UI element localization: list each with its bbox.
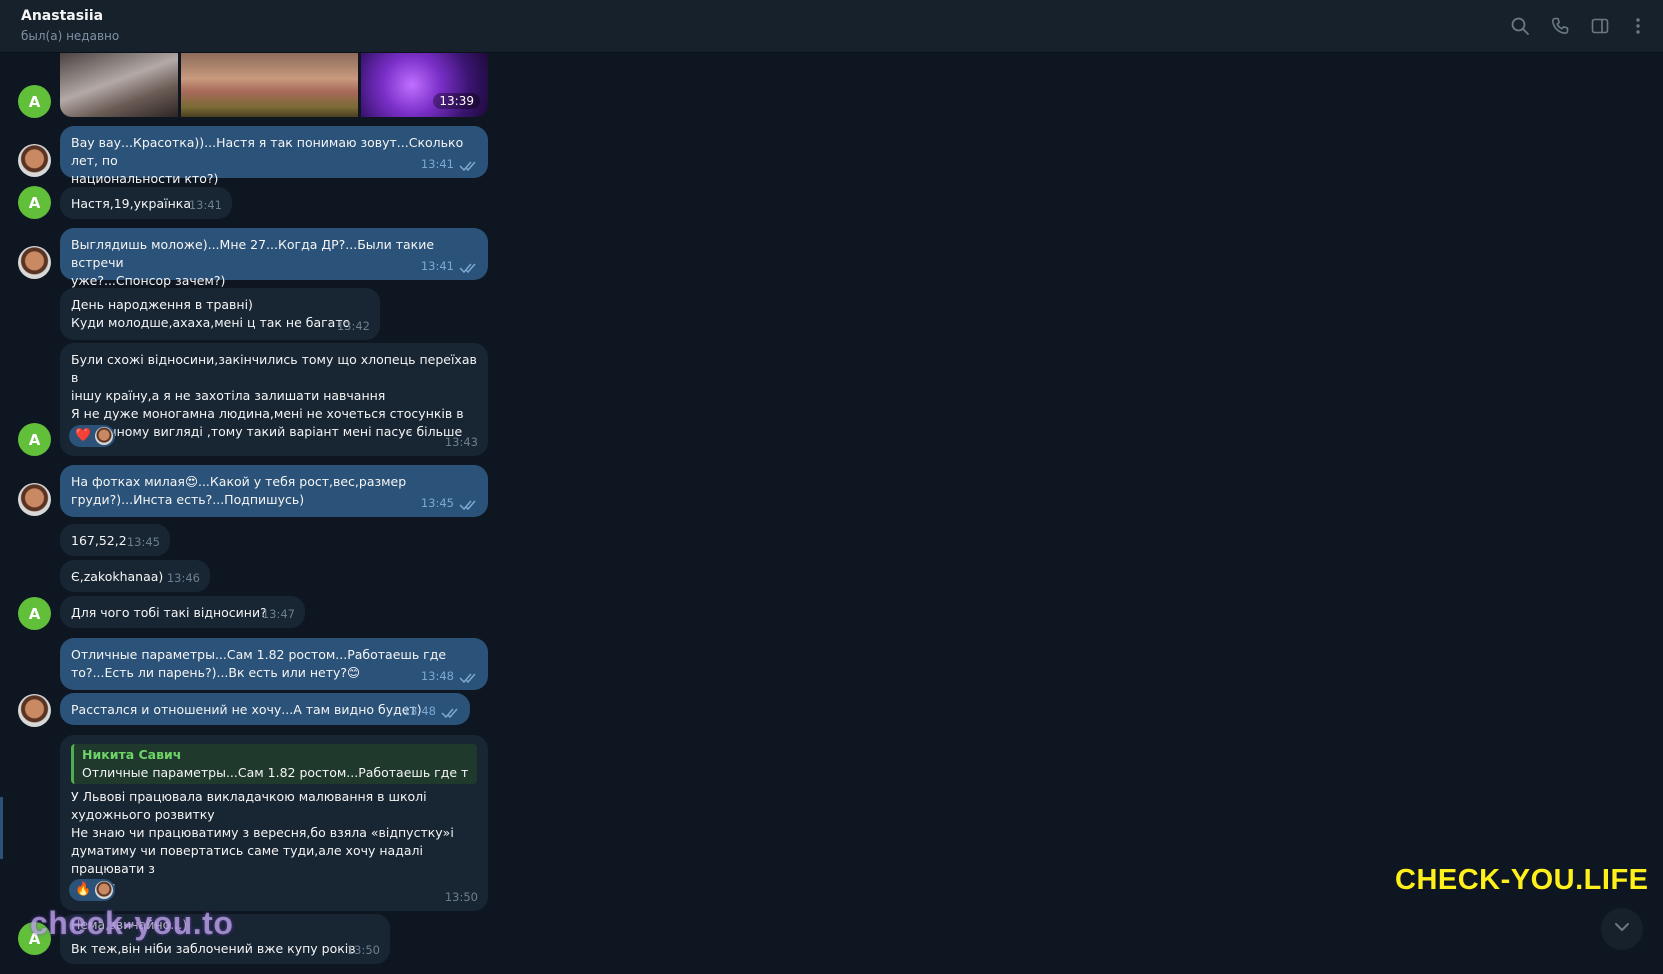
- double-check-icon: [459, 160, 479, 172]
- message-incoming[interactable]: День народження в травні) Куди молодше,а…: [60, 288, 380, 340]
- reaction-badge[interactable]: 🔥: [69, 879, 115, 901]
- message-time: 13:48: [402, 704, 436, 718]
- photo-album[interactable]: 13:39: [60, 53, 488, 117]
- message-time: 13:46: [166, 571, 200, 585]
- phone-icon[interactable]: [1550, 16, 1570, 36]
- message-text: Вау вау...Красотка))...Настя я так поним…: [71, 135, 464, 186]
- avatar[interactable]: [18, 694, 51, 727]
- avatar[interactable]: A: [18, 85, 51, 118]
- reaction-avatar: [95, 881, 113, 899]
- message-time: 13:45: [126, 535, 160, 549]
- message-time: 13:50: [444, 890, 478, 904]
- message-outgoing[interactable]: Выглядишь моложе)...Мне 27...Когда ДР?..…: [60, 228, 488, 288]
- chevron-down-icon: [1611, 916, 1633, 942]
- message-time: 13:47: [261, 607, 295, 621]
- message-time: 13:41: [420, 157, 454, 171]
- message-text: На фотках милая😍...Какой у тебя рост,вес…: [71, 474, 407, 507]
- sidebar-toggle-icon[interactable]: [1590, 16, 1610, 36]
- message-time: 13:42: [336, 319, 370, 333]
- message-outgoing[interactable]: На фотках милая😍...Какой у тебя рост,вес…: [60, 465, 488, 517]
- search-icon[interactable]: [1510, 16, 1530, 36]
- message-text: У Львові працювала викладачкою малювання…: [71, 789, 454, 894]
- reply-text: Отличные параметры...Сам 1.82 ростом...Р…: [82, 765, 469, 780]
- message-time: 13:41: [420, 259, 454, 273]
- message-outgoing[interactable]: Вау вау...Красотка))...Настя я так поним…: [60, 126, 488, 186]
- reply-author: Никита Савич: [82, 747, 182, 762]
- double-check-icon: [441, 707, 461, 719]
- avatar[interactable]: [18, 483, 51, 516]
- message-text: Були схожі відносини,закінчились тому що…: [71, 352, 477, 439]
- more-vertical-icon[interactable]: [1628, 16, 1648, 36]
- scroll-down-button[interactable]: [1601, 908, 1643, 950]
- message-time: 13:50: [346, 943, 380, 957]
- message-incoming[interactable]: Настя,19,українка 13:41: [60, 187, 232, 219]
- watermark-left: check-you.to: [30, 905, 234, 941]
- chat-header: Anastasiia был(а) недавно: [0, 0, 1663, 53]
- message-time: 13:39: [433, 93, 480, 109]
- reaction-avatar: [95, 427, 113, 445]
- double-check-icon: [459, 262, 479, 274]
- message-incoming[interactable]: Були схожі відносини,закінчились тому що…: [60, 343, 488, 456]
- message-incoming[interactable]: Никита Савич Отличные параметры...Сам 1.…: [60, 735, 488, 911]
- photo-1[interactable]: [60, 53, 178, 117]
- message-time: 13:41: [188, 198, 222, 212]
- message-outgoing[interactable]: Расстался и отношений не хочу...А там ви…: [60, 693, 470, 725]
- message-time: 13:48: [420, 669, 454, 683]
- avatar[interactable]: A: [18, 423, 51, 456]
- heart-reaction: ❤️: [75, 428, 92, 443]
- photo-3[interactable]: 13:39: [361, 53, 488, 117]
- chat-title[interactable]: Anastasiia: [21, 8, 103, 24]
- message-time: 13:43: [444, 435, 478, 449]
- watermark-right: CHECK-YOU.LIFE: [1395, 864, 1649, 896]
- avatar[interactable]: A: [18, 597, 51, 630]
- message-text: День народження в травні) Куди молодше,а…: [71, 297, 351, 330]
- reaction-badge[interactable]: ❤️: [69, 425, 115, 447]
- chat-status: был(а) недавно: [21, 29, 120, 43]
- message-text: Вк теж,він ніби заблочений вже купу рокі…: [71, 941, 356, 956]
- message-incoming[interactable]: Є,zakokhanaa) 13:46: [60, 560, 210, 592]
- message-time: 13:45: [420, 496, 454, 510]
- message-incoming[interactable]: Для чого тобі такі відносини? 13:47: [60, 596, 305, 628]
- photo-2[interactable]: [181, 53, 358, 117]
- message-outgoing[interactable]: Отличные параметры...Сам 1.82 ростом...Р…: [60, 638, 488, 690]
- message-text: Выглядишь моложе)...Мне 27...Когда ДР?..…: [71, 237, 435, 288]
- avatar[interactable]: A: [18, 186, 51, 219]
- reply-quote[interactable]: Никита Савич Отличные параметры...Сам 1.…: [71, 744, 477, 784]
- message-incoming[interactable]: 167,52,2 13:45: [60, 524, 170, 556]
- fire-reaction: 🔥: [75, 882, 92, 897]
- avatar[interactable]: [18, 246, 51, 279]
- chat-list-selection-indicator: [0, 797, 3, 859]
- double-check-icon: [459, 672, 479, 684]
- double-check-icon: [459, 499, 479, 511]
- avatar[interactable]: [18, 144, 51, 177]
- message-text: Расстался и отношений не хочу...А там ви…: [71, 702, 422, 717]
- message-text: Отличные параметры...Сам 1.82 ростом...Р…: [71, 647, 447, 680]
